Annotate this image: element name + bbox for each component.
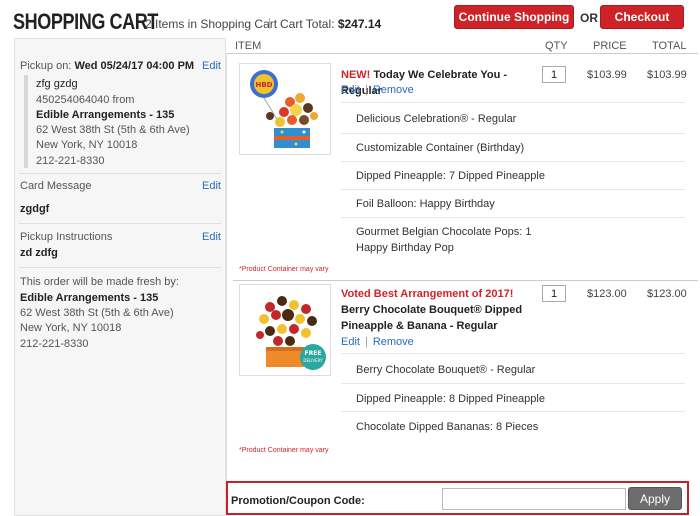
item-name-berry[interactable]: Voted Best Arrangement of 2017! Berry Ch…	[341, 286, 531, 334]
store-address-line1: 62 West 38th St (5th & 6th Ave)	[36, 124, 190, 136]
card-message-label: Card Message	[20, 180, 92, 192]
cart-total-label: Cart Total:	[280, 17, 335, 31]
column-header-total: TOTAL	[652, 40, 687, 52]
quantity-field[interactable]: 1	[542, 285, 566, 302]
item-option: Delicious Celebration® - Regular	[356, 113, 517, 125]
item-actions: Edit | Remove	[341, 84, 414, 96]
column-header-item: ITEM	[235, 40, 262, 52]
link-separator: |	[364, 84, 368, 96]
store-name: Edible Arrangements - 135	[36, 109, 175, 121]
option-divider	[341, 189, 685, 190]
container-note: *Product Container may vary	[239, 447, 329, 454]
item-divider	[233, 280, 698, 281]
item-image-berry[interactable]: FREE DELIVERY	[239, 284, 331, 376]
store-phone: 212-221-8330	[36, 155, 105, 167]
fresh-store-phone: 212-221-8330	[20, 338, 89, 350]
page-title: SHOPPING CART	[13, 9, 159, 34]
promo-code-section: Promotion/Coupon Code: Apply	[226, 481, 689, 515]
item-total: $123.00	[647, 288, 687, 300]
item-promo-tag: NEW!	[341, 69, 371, 81]
edit-pickup-instructions-link[interactable]: Edit	[202, 231, 221, 243]
free-delivery-badge: FREE	[305, 350, 322, 357]
pickup-label: Pickup on:	[20, 60, 72, 72]
pickup-instructions-label: Pickup Instructions	[20, 231, 113, 243]
option-divider	[341, 102, 685, 103]
cart-total: Cart Total: $247.14	[280, 17, 381, 31]
container-note: *Product Container may vary	[239, 266, 329, 273]
edit-pickup-link[interactable]: Edit	[202, 60, 221, 72]
pickup-info: Pickup on: Wed 05/24/17 04:00 PM	[20, 60, 194, 72]
fresh-label: This order will be made fresh by:	[20, 276, 179, 288]
item-price: $123.00	[587, 288, 627, 300]
remove-item-link[interactable]: Remove	[373, 336, 414, 348]
item-actions: Edit | Remove	[341, 336, 414, 348]
option-divider	[341, 411, 685, 412]
option-divider	[341, 383, 685, 384]
item-option: Customizable Container (Birthday)	[356, 142, 525, 154]
fresh-store-address-line1: 62 West 38th St (5th & 6th Ave)	[20, 307, 174, 319]
fresh-store-address-line2: New York, NY 10018	[20, 322, 122, 334]
continue-shopping-button[interactable]: Continue Shopping	[454, 5, 574, 29]
item-option: Dipped Pineapple: 8 Dipped Pineapple	[356, 393, 545, 405]
promo-code-input[interactable]	[442, 488, 626, 510]
or-label: OR	[580, 11, 598, 25]
option-divider	[341, 133, 685, 134]
header-separator: |	[268, 17, 271, 29]
remove-item-link[interactable]: Remove	[373, 84, 414, 96]
column-header-price: PRICE	[593, 40, 627, 52]
store-address-line2: New York, NY 10018	[36, 139, 138, 151]
item-option: Chocolate Dipped Bananas: 8 Pieces	[356, 421, 539, 433]
item-option: Foil Balloon: Happy Birthday	[356, 198, 495, 210]
item-promo-tag: Voted Best Arrangement of 2017!	[341, 288, 514, 300]
item-total: $103.99	[647, 69, 687, 81]
option-divider	[341, 353, 685, 354]
items-count: 2 Items in Shopping Cart	[145, 17, 278, 31]
item-image-celebrate[interactable]: HBD	[239, 63, 331, 155]
divider	[19, 267, 221, 268]
order-details-panel: Pickup on: Wed 05/24/17 04:00 PM Edit zf…	[14, 38, 226, 516]
celebrate-arrangement-icon: HBD	[250, 70, 318, 148]
quantity-field[interactable]: 1	[542, 66, 566, 83]
edit-item-link[interactable]: Edit	[341, 336, 360, 348]
item-option: Gourmet Belgian Chocolate Pops: 1 Happy …	[356, 226, 532, 254]
option-divider	[341, 217, 685, 218]
edit-item-link[interactable]: Edit	[341, 84, 360, 96]
recipient-phone: 450254064040 from	[36, 94, 135, 106]
divider	[19, 223, 221, 224]
column-divider	[226, 53, 227, 483]
svg-text:HBD: HBD	[255, 81, 272, 89]
edit-card-message-link[interactable]: Edit	[202, 180, 221, 192]
address-bar	[24, 75, 28, 168]
card-message-value: zgdgf	[20, 203, 50, 215]
promo-code-label: Promotion/Coupon Code:	[231, 495, 365, 507]
column-header-qty: QTY	[545, 40, 568, 52]
pickup-instructions-value: zd zdfg	[20, 247, 58, 259]
link-separator: |	[364, 336, 368, 348]
svg-text:DELIVERY: DELIVERY	[303, 358, 323, 363]
header: SHOPPING CART 2 Items in Shopping Cart |…	[0, 0, 700, 38]
item-title: Berry Chocolate Bouquet® Dipped Pineappl…	[341, 304, 523, 332]
cart-total-value: $247.14	[337, 17, 382, 31]
item-price: $103.99	[587, 69, 627, 81]
item-option: Dipped Pineapple: 7 Dipped Pineapple	[356, 170, 545, 182]
checkout-button[interactable]: Checkout	[600, 5, 684, 29]
option-divider	[341, 161, 685, 162]
divider	[19, 173, 221, 174]
apply-button[interactable]: Apply	[628, 487, 682, 510]
header-divider	[226, 53, 698, 54]
fresh-store-name: Edible Arrangements - 135	[20, 292, 159, 304]
item-option: Berry Chocolate Bouquet® - Regular	[356, 364, 536, 376]
berry-bouquet-icon: FREE DELIVERY	[256, 296, 326, 370]
pickup-datetime: Wed 05/24/17 04:00 PM	[74, 60, 195, 72]
recipient-name: zfg gzdg	[36, 78, 78, 90]
